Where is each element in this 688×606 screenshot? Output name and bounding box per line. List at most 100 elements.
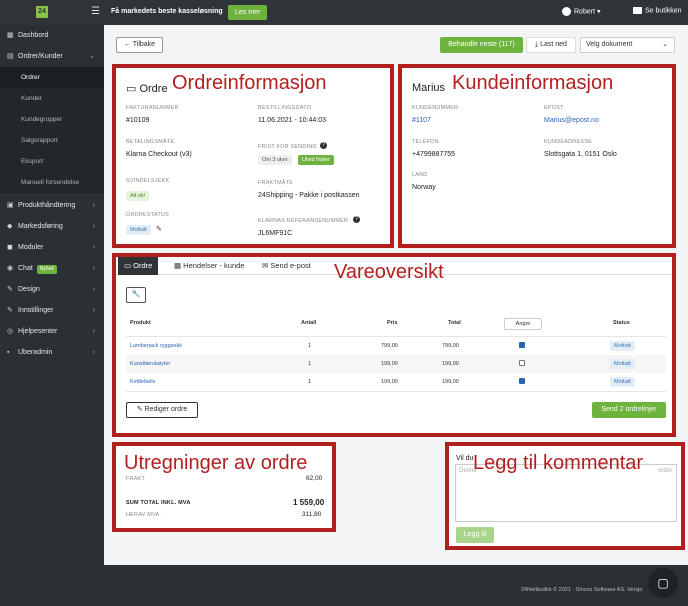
help-icon[interactable]: ?: [320, 142, 327, 149]
extend-deadline-button[interactable]: Utvid frister: [298, 155, 334, 165]
order-title: ▭ Ordre: [126, 82, 168, 95]
document-select[interactable]: Velg dokument ⌄: [580, 37, 675, 53]
pencil-icon[interactable]: ✎: [156, 225, 162, 233]
chat-bubble-icon: ▢: [657, 576, 669, 590]
sidebar-item-help[interactable]: ◎ Hjelpesenter ›: [0, 321, 104, 342]
new-badge: Nyhet!: [36, 265, 58, 274]
product-link[interactable]: Kunstlærsbøyter: [130, 361, 170, 367]
sidebar-item-dashboard[interactable]: ▦ Dashbord: [0, 25, 104, 46]
megaphone-icon: ◆: [7, 223, 13, 230]
user-icon: [562, 7, 571, 16]
sidebar-subitem-customer-groups[interactable]: Kundegrupper: [0, 109, 104, 130]
chevron-down-icon: ⌄: [662, 41, 668, 48]
sidebar-subitem-manual-shipping[interactable]: Manuell forsendelse: [0, 172, 104, 193]
chevron-right-icon: ›: [92, 328, 95, 335]
sidebar-item-settings[interactable]: ✎ Innstillinger ›: [0, 300, 104, 321]
sidebar-subitem-customers[interactable]: Kunder: [0, 88, 104, 109]
add-comment-button[interactable]: Legg til: [456, 527, 494, 543]
sidebar-item-label: Produkthåndtering: [18, 202, 76, 209]
orders-icon: ▤: [7, 53, 14, 60]
wrench-button[interactable]: 🔧: [126, 287, 146, 303]
payment-label: BETALINGSMÅTE: [126, 139, 175, 145]
sidebar: ▦ Dashbord ▤ Ordrer/Kunder ⌄ Ordrer Kunder …: [0, 25, 104, 606]
tab-order[interactable]: ▭ Ordre: [118, 257, 159, 275]
process-next-button[interactable]: Behandle neste (117): [440, 37, 523, 53]
row-status-badge: Mottatt: [610, 341, 635, 351]
send-order-lines-button[interactable]: Send 2 ordrelinjer: [592, 402, 666, 418]
back-button[interactable]: ← Tilbake: [116, 37, 163, 53]
download-button[interactable]: ⤓ Last ned: [526, 37, 576, 53]
products-card: ▭ Ordre ▦ Hendelser - kunde ✉ Send e-pos…: [112, 253, 676, 437]
klarna-ref-value: JL6MF91C: [258, 230, 293, 237]
sidebar-subitem-sales-report[interactable]: Salgsrapport: [0, 130, 104, 151]
edit-order-button[interactable]: ✎ Rediger ordre: [126, 402, 198, 418]
sidebar-item-design[interactable]: ✎ Design ›: [0, 279, 104, 300]
phone-label: TELEFON: [412, 139, 439, 145]
order-date-value: 11.06.2021 - 10:44:03: [258, 117, 326, 124]
sidebar-item-label: Chat: [18, 265, 33, 272]
freight-value: 62,00: [306, 475, 323, 482]
customer-info-overlay-title: Kundeinformasjon: [452, 72, 614, 94]
vat-label: HERAV MVA.: [126, 512, 162, 518]
modules-icon: ◼: [7, 244, 13, 251]
view-shop-link[interactable]: Se butikken: [633, 7, 682, 14]
sidebar-item-label: Design: [18, 286, 40, 293]
sidebar-item-orders[interactable]: ▤ Ordrer/Kunder ⌄: [0, 46, 104, 67]
sidebar-item-label: Ordrer/Kunder: [18, 53, 63, 60]
menu-icon[interactable]: ☰: [91, 7, 100, 17]
sidebar-subitem-orders[interactable]: Ordrer: [0, 67, 104, 88]
invoice-label: FAKTURANUMMER: [126, 105, 179, 111]
logo[interactable]: 24: [36, 6, 48, 18]
country-label: LAND: [412, 172, 428, 178]
deadline-label: FRIST FOR SENDING: [258, 144, 317, 150]
price-cell: 799,00: [381, 343, 398, 349]
shipping-value: 24Shipping - Pakke i postkassen: [258, 192, 360, 199]
chevron-right-icon: ›: [92, 307, 95, 314]
monitor-icon: ▭: [124, 261, 134, 270]
product-link[interactable]: Lumberjack ryggsekk: [130, 343, 182, 349]
row-checkbox[interactable]: [519, 342, 525, 348]
footer: 24Nettbutikk © 2021 · Sincos Software AS…: [104, 565, 688, 606]
sidebar-item-products[interactable]: ▣ Produkthåndtering ›: [0, 195, 104, 216]
read-more-button[interactable]: Les mer: [228, 5, 268, 20]
order-status-label: ORDRESTATUS: [126, 212, 169, 218]
tab-events-customer[interactable]: ▦ Hendelser - kunde: [168, 257, 250, 275]
customer-number-link[interactable]: #1107: [412, 117, 431, 124]
monitor-icon: ▭: [126, 83, 140, 95]
sidebar-item-marketing[interactable]: ◆ Markedsføring ›: [0, 216, 104, 237]
footer-text: 24Nettbutikk © 2021 · Sincos Software AS…: [521, 587, 643, 593]
product-link[interactable]: Kettlebells: [130, 379, 155, 385]
tab-label: Send e-post: [270, 261, 311, 270]
chat-icon: ◉: [7, 265, 14, 272]
view-shop-label: Se butikken: [645, 7, 682, 15]
chat-launcher-button[interactable]: ▢: [648, 568, 678, 598]
address-value: Slottsgata 1, 0151 Oslo: [544, 151, 617, 158]
tab-send-email[interactable]: ✉ Send e-post: [256, 257, 317, 275]
sidebar-item-label: Dashbord: [18, 32, 49, 39]
sidebar-item-label: Uberadmin: [18, 349, 53, 356]
chevron-right-icon: ›: [92, 265, 95, 272]
row-checkbox[interactable]: [519, 360, 525, 366]
sidebar-subitem-export[interactable]: Eksport: [0, 151, 104, 172]
design-icon: ✎: [7, 286, 13, 293]
help-icon[interactable]: ?: [353, 216, 360, 223]
chevron-right-icon: ›: [92, 286, 95, 293]
customer-number-label: KUNDENUMMER: [412, 105, 459, 111]
sidebar-item-chat[interactable]: ◉ Chat Nyhet! ›: [0, 258, 104, 279]
total-cell: 799,00: [442, 343, 459, 349]
row-status-badge: Mottatt: [610, 359, 635, 369]
email-link[interactable]: Marius@epost.no: [544, 117, 599, 124]
row-checkbox[interactable]: [519, 378, 525, 384]
table-divider: [126, 391, 666, 392]
help-icon: ◎: [7, 328, 14, 335]
sidebar-item-modules[interactable]: ◼ Moduler ›: [0, 237, 104, 258]
totals-card: Utregninger av ordre FRAKT 62,00 SUM TOT…: [112, 442, 336, 532]
comment-placeholder-end: ordre: [657, 468, 672, 474]
download-label: Last ned: [540, 41, 567, 48]
payment-value: Klarna Checkout (v3): [126, 151, 192, 158]
customer-info-card: Marius Kundeinformasjon KUNDENUMMER #110…: [398, 64, 676, 248]
undo-button[interactable]: Angre: [504, 318, 542, 330]
sidebar-item-uberadmin[interactable]: ▪ Uberadmin ›: [0, 342, 104, 363]
user-menu[interactable]: Robert ▾: [562, 7, 600, 16]
qty-cell: 1: [308, 379, 312, 385]
